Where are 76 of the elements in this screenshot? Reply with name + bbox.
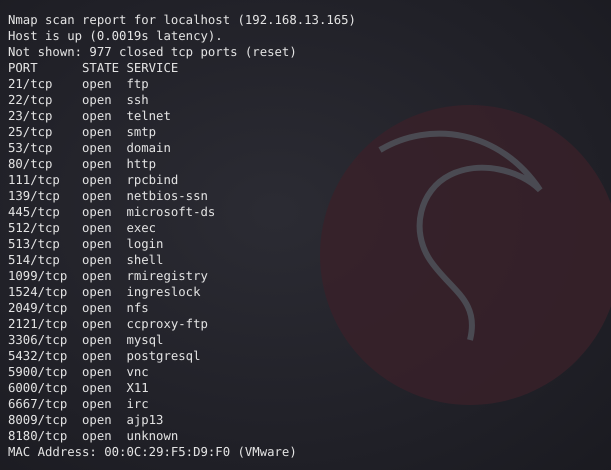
state-cell-text: open xyxy=(82,428,113,444)
state-cell-text: open xyxy=(82,156,113,172)
column-header: SERVICE xyxy=(126,60,180,76)
service-cell-text: ingreslock xyxy=(126,284,202,300)
state-cell-text: open xyxy=(82,124,113,140)
port-cell-text: 139/tcp xyxy=(8,188,61,204)
service-cell-text: ajp13 xyxy=(126,412,164,428)
state-cell-text: open xyxy=(82,220,113,236)
service-cell-text: exec xyxy=(126,220,158,236)
state-cell-text: open xyxy=(82,396,113,412)
service-cell-text: irc xyxy=(126,396,150,412)
port-cell-text: 22/tcp xyxy=(8,92,54,108)
port-cell-text: 512/tcp xyxy=(8,220,61,236)
state-cell-text: open xyxy=(82,332,113,348)
port-cell-text: 21/tcp xyxy=(8,76,54,92)
service-cell-text: unknown xyxy=(126,428,180,444)
state-cell-text: open xyxy=(82,236,113,252)
service-cell-text: shell xyxy=(126,252,164,268)
port-cell-text: 514/tcp xyxy=(8,252,61,268)
state-cell-text: open xyxy=(82,348,113,364)
service-cell-text: telnet xyxy=(126,108,172,124)
port-cell-text: 8009/tcp xyxy=(8,412,68,428)
state-cell-text: open xyxy=(82,380,113,396)
port-cell-text: 513/tcp xyxy=(8,236,61,252)
state-cell-text: open xyxy=(82,76,113,92)
service-cell-text: X11 xyxy=(126,380,150,396)
port-cell-text: 25/tcp xyxy=(8,124,54,140)
column-header: PORT xyxy=(8,60,39,76)
port-cell-text: 53/tcp xyxy=(8,140,54,156)
state-cell-text: open xyxy=(82,364,113,380)
port-cell-text: 5900/tcp xyxy=(8,364,68,380)
port-cell-text: 1524/tcp xyxy=(8,284,68,300)
mac-address-line: MAC Address: 00:0C:29:F5:D9:F0 (VMware) xyxy=(8,444,298,460)
port-cell-text: 80/tcp xyxy=(8,156,54,172)
state-cell-text: open xyxy=(82,140,113,156)
service-cell-text: postgresql xyxy=(126,348,202,364)
service-cell-text: rpcbind xyxy=(126,172,180,188)
state-cell-text: open xyxy=(82,172,113,188)
host-status-line: Host is up (0.0019s latency). xyxy=(8,28,224,44)
state-cell-text: open xyxy=(82,284,113,300)
port-cell-text: 8180/tcp xyxy=(8,428,68,444)
state-cell-text: open xyxy=(82,316,113,332)
port-cell-text: 23/tcp xyxy=(8,108,54,124)
service-cell-text: http xyxy=(126,156,158,172)
service-cell-text: netbios-ssn xyxy=(126,188,209,204)
state-cell-text: open xyxy=(82,268,113,284)
port-cell-text: 111/tcp xyxy=(8,172,61,188)
state-cell-text: open xyxy=(82,204,113,220)
service-cell-text: vnc xyxy=(126,364,150,380)
service-cell-text: smtp xyxy=(126,124,158,140)
port-cell-text: 445/tcp xyxy=(8,204,61,220)
service-cell-text: nfs xyxy=(126,300,150,316)
service-cell-text: login xyxy=(126,236,164,252)
port-cell-text: 3306/tcp xyxy=(8,332,68,348)
service-cell-text: microsoft-ds xyxy=(126,204,216,220)
scan-report-line: Nmap scan report for localhost (192.168.13.165) xyxy=(8,12,357,28)
service-cell-text: ccproxy-ftp xyxy=(126,316,209,332)
state-cell-text: open xyxy=(82,412,113,428)
port-cell-text: 6000/tcp xyxy=(8,380,68,396)
state-cell-text: open xyxy=(82,252,113,268)
service-cell-text: ssh xyxy=(126,92,150,108)
state-cell-text: open xyxy=(82,92,113,108)
port-cell-text: 6667/tcp xyxy=(8,396,68,412)
port-cell-text: 5432/tcp xyxy=(8,348,68,364)
not-shown-line: Not shown: 977 closed tcp ports (reset) xyxy=(8,44,298,60)
service-cell-text: ftp xyxy=(126,76,150,92)
service-cell-text: domain xyxy=(126,140,172,156)
state-cell-text: open xyxy=(82,188,113,204)
service-cell-text: mysql xyxy=(126,332,164,348)
port-cell-text: 2121/tcp xyxy=(8,316,68,332)
column-header: STATE xyxy=(82,60,120,76)
service-cell-text: rmiregistry xyxy=(126,268,209,284)
port-cell-text: 1099/tcp xyxy=(8,268,68,284)
port-cell-text: 2049/tcp xyxy=(8,300,68,316)
state-cell-text: open xyxy=(82,108,113,124)
state-cell-text: open xyxy=(82,300,113,316)
